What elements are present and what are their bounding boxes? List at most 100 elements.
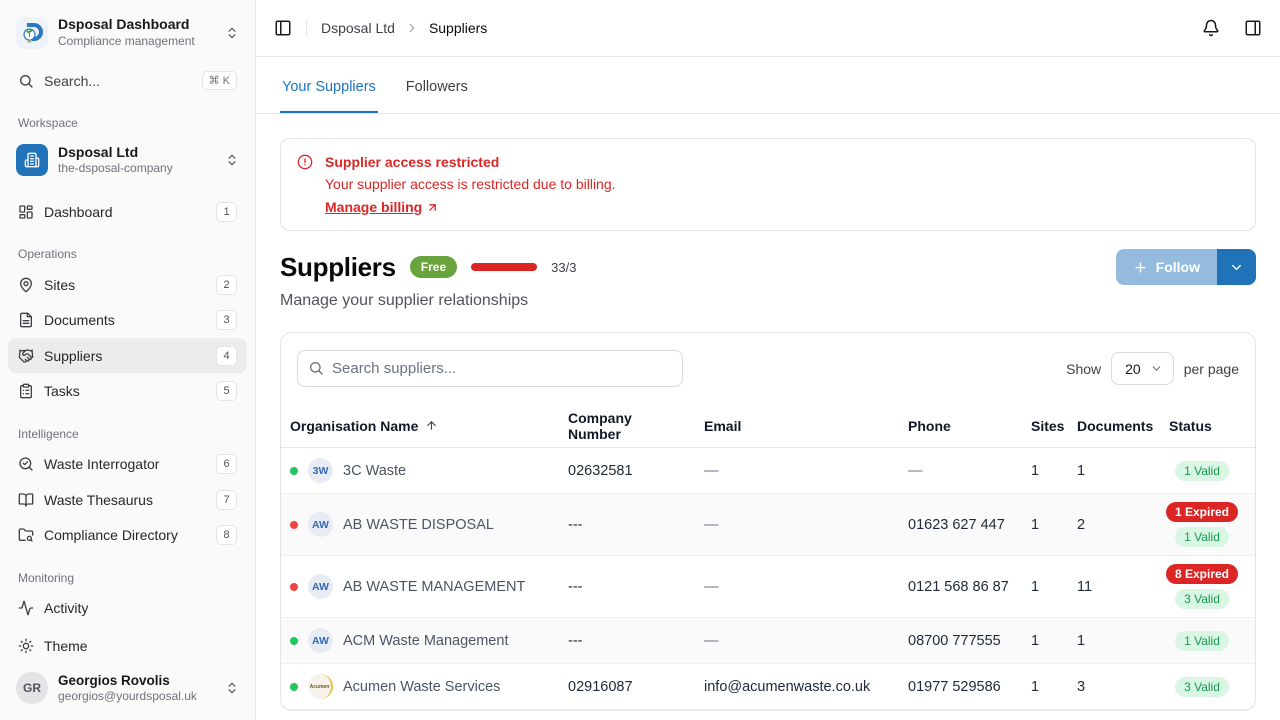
valid-badge: 3 Valid: [1175, 589, 1229, 609]
sidebar-item-dashboard[interactable]: Dashboard 1: [8, 194, 247, 229]
valid-badge: 1 Valid: [1175, 461, 1229, 481]
chevron-right-icon: [405, 21, 419, 35]
status-dot-green: [290, 637, 298, 645]
sidebar-item-badge: 5: [216, 381, 237, 401]
tab-your-suppliers[interactable]: Your Suppliers: [280, 62, 378, 113]
section-label-monitoring: Monitoring: [8, 571, 247, 585]
user-email: georgios@yourdsposal.uk: [58, 689, 215, 704]
sun-icon: [18, 638, 34, 654]
follow-dropdown-button[interactable]: [1217, 249, 1256, 285]
breadcrumb: Dsposal Ltd Suppliers: [321, 20, 487, 36]
email-cell: —: [695, 633, 899, 649]
chevron-down-icon: [1150, 362, 1163, 375]
sidebar-search[interactable]: Search... ⌘ K: [8, 65, 247, 96]
supplier-name: AB WASTE DISPOSAL: [343, 517, 494, 533]
sidebar: Dsposal Dashboard Compliance management …: [0, 0, 256, 720]
status-cell: 3 Valid: [1160, 669, 1244, 705]
manage-billing-link[interactable]: Manage billing: [325, 199, 439, 215]
theme-toggle[interactable]: Theme: [8, 628, 247, 664]
app-title: Dsposal Dashboard: [58, 16, 189, 32]
chevrons-up-down-icon: [225, 26, 239, 40]
handshake-icon: [18, 348, 34, 364]
sidebar-toggle-button[interactable]: [274, 19, 292, 37]
notifications-bell-button[interactable]: [1202, 19, 1220, 37]
sidebar-item-compliance-directory[interactable]: Compliance Directory 8: [8, 517, 247, 552]
circle-alert-icon: [297, 152, 313, 217]
sidebar-item-tasks[interactable]: Tasks 5: [8, 373, 247, 408]
sidebar-item-documents[interactable]: Documents 3: [8, 303, 247, 338]
supplier-avatar: 3W: [308, 458, 333, 483]
sidebar-item-activity[interactable]: Activity: [8, 591, 247, 626]
supplier-search: [297, 350, 683, 387]
alert-title: Supplier access restricted: [325, 152, 616, 172]
status-dot-green: [290, 683, 298, 691]
expired-badge: 1 Expired: [1166, 502, 1238, 522]
table-row[interactable]: AW AB WASTE DISPOSAL --- — 01623 627 447…: [281, 494, 1255, 556]
sidebar-item-waste-interrogator[interactable]: Waste Interrogator 6: [8, 447, 247, 482]
clipboard-list-icon: [18, 383, 34, 399]
theme-label: Theme: [44, 638, 237, 654]
page-size-select[interactable]: 20: [1111, 352, 1174, 385]
manage-billing-label: Manage billing: [325, 199, 422, 215]
breadcrumb-workspace[interactable]: Dsposal Ltd: [321, 20, 395, 36]
column-header-email[interactable]: Email: [695, 418, 899, 434]
documents-cell: 1: [1068, 633, 1160, 649]
documents-cell: 11: [1068, 579, 1160, 595]
sidebar-item-badge: 8: [216, 525, 237, 545]
column-header-status[interactable]: Status: [1160, 418, 1255, 434]
sidebar-item-label: Suppliers: [44, 348, 206, 364]
book-open-icon: [18, 492, 34, 508]
page-size-value: 20: [1125, 361, 1141, 377]
column-header-organisation[interactable]: Organisation Name: [281, 418, 559, 434]
column-header-phone[interactable]: Phone: [899, 418, 1022, 434]
company-number-cell: ---: [559, 517, 695, 533]
table-row[interactable]: 3W 3C Waste 02632581 — — 1 1 1 Valid: [281, 448, 1255, 494]
sidebar-item-sites[interactable]: Sites 2: [8, 267, 247, 302]
phone-cell: 01977 529586: [899, 679, 1022, 695]
sidebar-item-suppliers[interactable]: Suppliers 4: [8, 338, 247, 373]
status-cell: 1 Expired 1 Valid: [1160, 494, 1244, 555]
column-header-sites[interactable]: Sites: [1022, 418, 1068, 434]
chevrons-up-down-icon: [225, 153, 239, 167]
sidebar-item-badge: 7: [216, 490, 237, 510]
search-icon: [18, 73, 34, 89]
workspace-name: Dsposal Ltd: [58, 144, 215, 161]
page-title: Suppliers: [280, 252, 396, 283]
folder-search-icon: [18, 527, 34, 543]
table-row[interactable]: Acumen Acumen Waste Services 02916087 in…: [281, 664, 1255, 710]
user-menu[interactable]: GR Georgios Rovolis georgios@yourdsposal…: [8, 664, 247, 712]
plan-badge: Free: [410, 256, 457, 278]
expired-badge: 8 Expired: [1166, 564, 1238, 584]
follow-button[interactable]: Follow: [1116, 249, 1217, 285]
main-area: Dsposal Ltd Suppliers Your Suppliers Fol…: [256, 0, 1280, 720]
app-switcher[interactable]: Dsposal Dashboard Compliance management: [8, 12, 247, 49]
sort-ascending-icon: [425, 419, 438, 432]
company-number-cell: ---: [559, 579, 695, 595]
follow-label: Follow: [1156, 259, 1200, 275]
column-header-company-number[interactable]: Company Number: [559, 410, 695, 442]
company-number-cell: 02632581: [559, 463, 695, 479]
column-header-documents[interactable]: Documents: [1068, 418, 1160, 434]
sidebar-item-label: Dashboard: [44, 204, 206, 220]
tab-followers[interactable]: Followers: [404, 62, 470, 113]
sites-cell: 1: [1022, 579, 1068, 595]
follow-split-button: Follow: [1116, 249, 1256, 285]
table-header-row: Organisation Name Company Number Email P…: [281, 404, 1255, 448]
supplier-search-input[interactable]: [297, 350, 683, 387]
supplier-avatar: AW: [308, 628, 333, 653]
phone-cell: 01623 627 447: [899, 517, 1022, 533]
documents-cell: 2: [1068, 517, 1160, 533]
user-name: Georgios Rovolis: [58, 672, 215, 689]
table-row[interactable]: AW AB WASTE MANAGEMENT --- — 0121 568 86…: [281, 556, 1255, 618]
right-panel-toggle-button[interactable]: [1244, 19, 1262, 37]
status-cell: 1 Valid: [1160, 453, 1244, 489]
status-cell: 1 Valid: [1160, 623, 1244, 659]
phone-cell: 0121 568 86 87: [899, 579, 1022, 595]
supplier-name: 3C Waste: [343, 463, 406, 479]
show-label: Show: [1066, 361, 1101, 377]
table-row[interactable]: AW ACM Waste Management --- — 08700 7775…: [281, 618, 1255, 664]
sidebar-item-waste-thesaurus[interactable]: Waste Thesaurus 7: [8, 482, 247, 517]
workspace-switcher[interactable]: Dsposal Ltd the-dsposal-company: [8, 136, 247, 184]
email-cell: —: [695, 463, 899, 479]
valid-badge: 1 Valid: [1175, 631, 1229, 651]
